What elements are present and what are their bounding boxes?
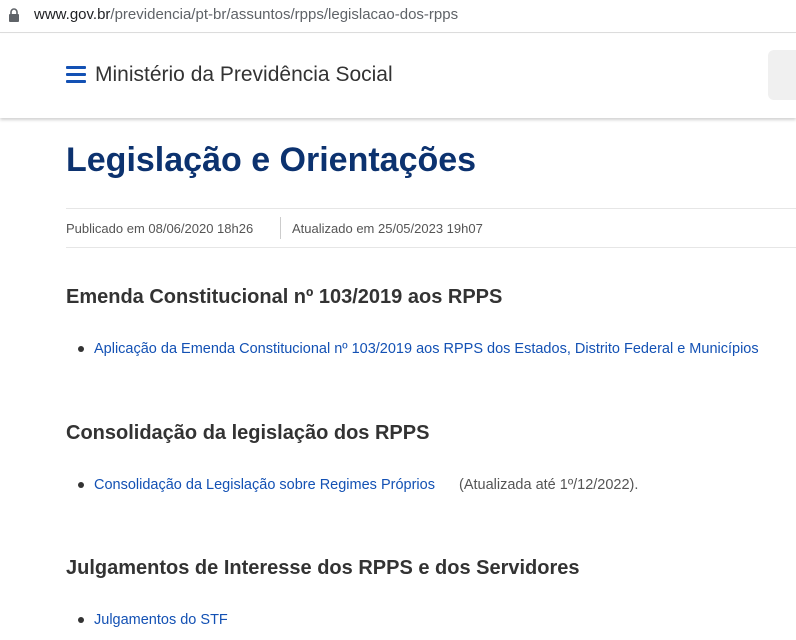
list-bullet	[78, 346, 84, 352]
update-note: (Atualizada até 1º/12/2022).	[459, 477, 639, 493]
link-aplicacao-emenda[interactable]: Aplicação da Emenda Constitucional nº 10…	[94, 341, 759, 357]
link-consolidacao-legislacao[interactable]: Consolidação da Legislação sobre Regimes…	[94, 477, 435, 493]
lock-icon	[9, 8, 19, 22]
updated-date: Atualizado em 25/05/2023 19h07	[292, 221, 483, 236]
browser-address-bar[interactable]: www.gov.br/previdencia/pt-br/assuntos/rp…	[0, 0, 796, 33]
list-bullet	[78, 482, 84, 488]
hamburger-menu-icon[interactable]	[66, 66, 86, 83]
section-title-julgamentos: Julgamentos de Interesse dos RPPS e dos …	[66, 557, 580, 579]
page-title: Legislação e Orientações	[66, 141, 477, 179]
section-title-emenda: Emenda Constitucional nº 103/2019 aos RP…	[66, 286, 503, 308]
search-button[interactable]	[768, 50, 796, 100]
list-bullet	[78, 617, 84, 623]
site-title[interactable]: Ministério da Previdência Social	[95, 63, 393, 87]
publication-meta: Publicado em 08/06/2020 18h26 Atualizado…	[66, 208, 796, 248]
section-title-consolidacao: Consolidação da legislação dos RPPS	[66, 422, 430, 444]
site-header: Ministério da Previdência Social	[0, 34, 796, 118]
meta-divider	[280, 217, 281, 239]
link-julgamentos-stf[interactable]: Julgamentos do STF	[94, 612, 228, 628]
url-path: /previdencia/pt-br/assuntos/rpps/legisla…	[110, 6, 459, 23]
published-date: Publicado em 08/06/2020 18h26	[66, 221, 254, 236]
url-domain: www.gov.br	[34, 6, 111, 23]
address-url[interactable]: www.gov.br/previdencia/pt-br/assuntos/rp…	[34, 6, 458, 23]
